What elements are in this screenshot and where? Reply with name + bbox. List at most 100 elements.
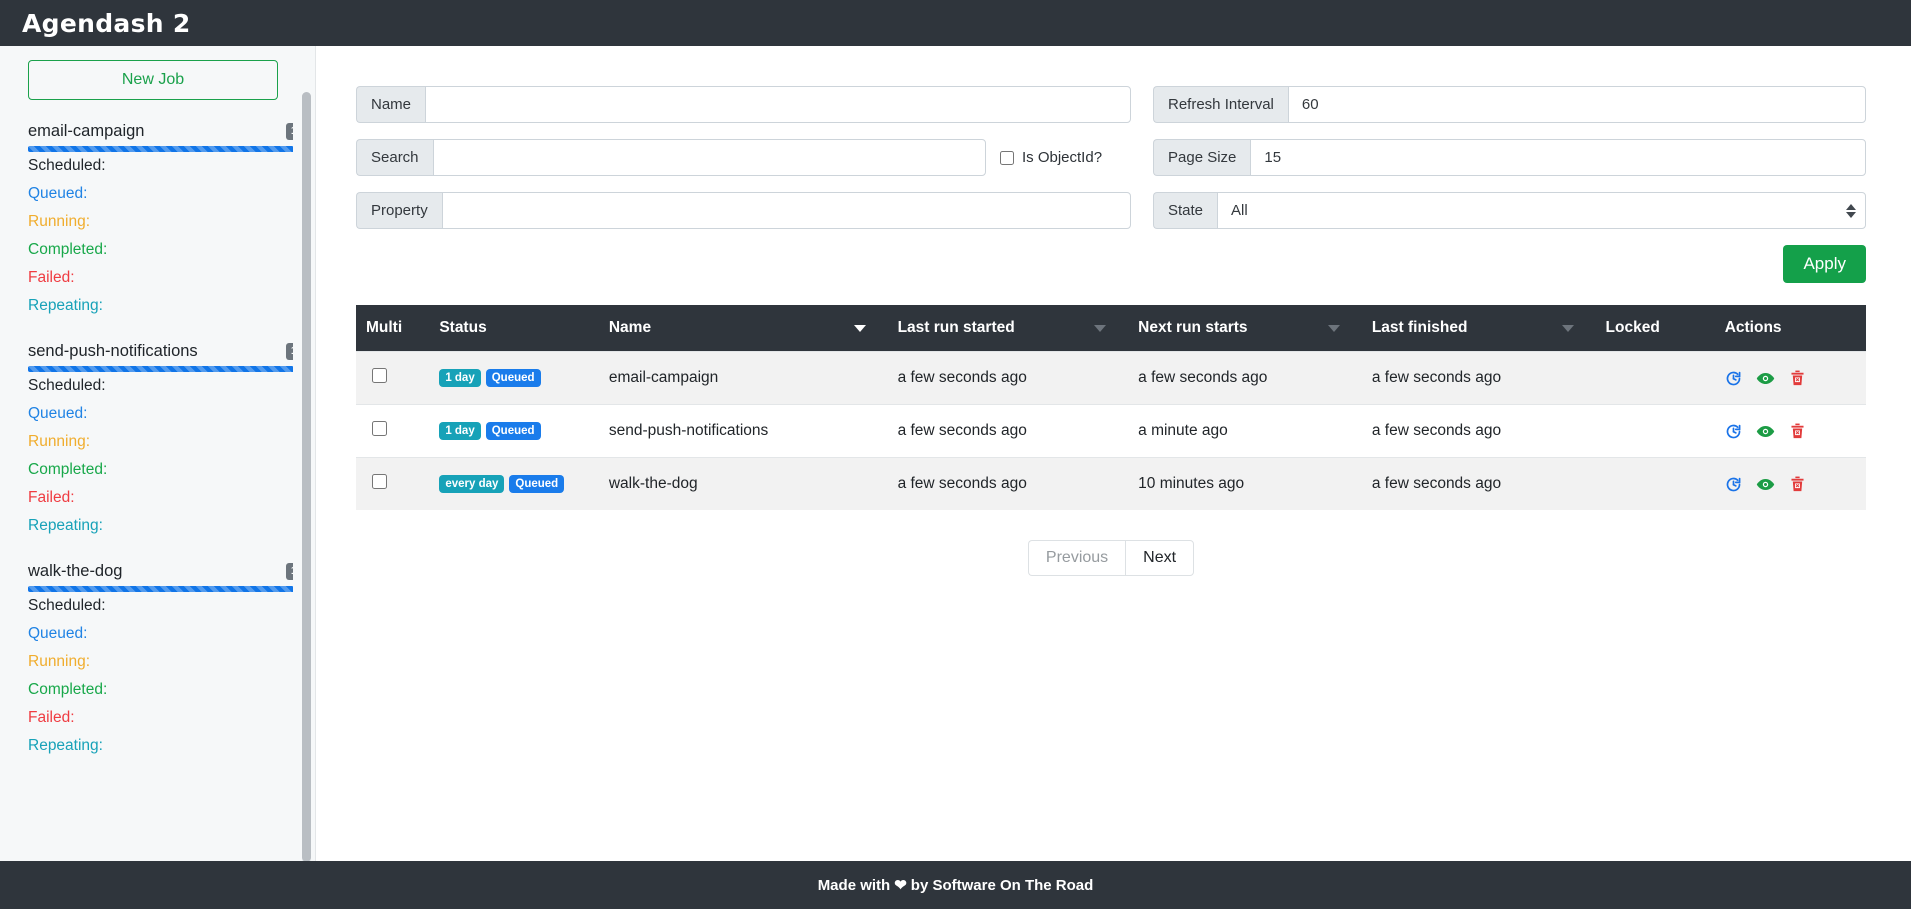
table-row[interactable]: every dayQueuedwalk-the-doga few seconds… xyxy=(356,458,1866,511)
pagination-group: Previous Next xyxy=(1028,540,1194,576)
sidebar-stat-label: Running: xyxy=(28,653,90,671)
sidebar-stat-label: Completed: xyxy=(28,681,107,699)
new-job-button[interactable]: New Job xyxy=(28,60,278,100)
row-multi-cell xyxy=(356,352,429,405)
state-label: State xyxy=(1153,192,1217,229)
sidebar-stat-label: Completed: xyxy=(28,461,107,479)
sort-caret-down-icon[interactable] xyxy=(1094,325,1106,332)
name-filter-group: Name xyxy=(356,86,1131,123)
page-size-label: Page Size xyxy=(1153,139,1250,176)
sidebar-job-block[interactable]: send-push-notifications1Scheduled:0Queue… xyxy=(28,342,293,540)
sidebar-stat-repeating: Repeating:1 xyxy=(28,512,293,540)
filter-left-column: Name Search Is ObjectId? xyxy=(356,86,1131,283)
row-actions-cell xyxy=(1715,352,1866,405)
column-header-name[interactable]: Name xyxy=(599,305,888,352)
sidebar-stat-label: Queued: xyxy=(28,185,87,203)
sidebar-stat-running: Running:0 xyxy=(28,428,293,456)
sidebar-scrollbar[interactable] xyxy=(302,92,311,861)
column-header-label: Status xyxy=(439,319,486,337)
row-next-run-starts-cell: a minute ago xyxy=(1128,405,1362,458)
apply-button[interactable]: Apply xyxy=(1783,245,1866,283)
column-header-label: Name xyxy=(609,319,651,337)
heart-icon: ❤ xyxy=(894,876,907,894)
sidebar-stat-failed: Failed:0 xyxy=(28,264,293,292)
view-icon[interactable] xyxy=(1756,369,1775,388)
requeue-icon[interactable] xyxy=(1725,370,1742,387)
search-filter-input[interactable] xyxy=(433,139,986,176)
refresh-interval-label: Refresh Interval xyxy=(1153,86,1288,123)
sidebar-job-header[interactable]: send-push-notifications1 xyxy=(28,342,293,366)
column-header-locked: Locked xyxy=(1596,305,1715,352)
sidebar-stat-scheduled: Scheduled:0 xyxy=(28,592,293,620)
column-header-multi: Multi xyxy=(356,305,429,352)
row-status-cell: 1 dayQueued xyxy=(429,352,599,405)
name-filter-input[interactable] xyxy=(425,86,1131,123)
is-objectid-checkbox-group[interactable]: Is ObjectId? xyxy=(1000,149,1102,166)
search-filter-row: Search Is ObjectId? xyxy=(356,139,1131,192)
view-icon[interactable] xyxy=(1756,475,1775,494)
requeue-icon[interactable] xyxy=(1725,423,1742,440)
pagination: Previous Next xyxy=(356,540,1866,576)
next-page-button[interactable]: Next xyxy=(1125,540,1194,576)
column-header-label: Next run starts xyxy=(1138,319,1247,337)
requeue-icon[interactable] xyxy=(1725,476,1742,493)
sidebar-scroll-area: New Job email-campaign1Scheduled:0Queued… xyxy=(22,46,293,861)
page-size-input[interactable] xyxy=(1250,139,1866,176)
sidebar-stat-completed: Completed:0 xyxy=(28,456,293,484)
refresh-interval-group: Refresh Interval xyxy=(1153,86,1866,123)
property-filter-input[interactable] xyxy=(442,192,1131,229)
sidebar-stat-label: Repeating: xyxy=(28,517,103,535)
refresh-interval-input[interactable] xyxy=(1288,86,1866,123)
table-row[interactable]: 1 dayQueuedsend-push-notificationsa few … xyxy=(356,405,1866,458)
sidebar-stat-queued: Queued:1 xyxy=(28,620,293,648)
table-row[interactable]: 1 dayQueuedemail-campaigna few seconds a… xyxy=(356,352,1866,405)
row-select-checkbox[interactable] xyxy=(372,474,387,489)
row-actions-cell xyxy=(1715,405,1866,458)
delete-icon[interactable] xyxy=(1789,369,1806,387)
sidebar-job-name: email-campaign xyxy=(28,122,144,141)
sort-caret-down-icon[interactable] xyxy=(854,325,866,332)
row-multi-cell xyxy=(356,405,429,458)
row-locked-cell xyxy=(1596,458,1715,511)
sidebar: New Job email-campaign1Scheduled:0Queued… xyxy=(0,46,316,861)
row-select-checkbox[interactable] xyxy=(372,421,387,436)
row-locked-cell xyxy=(1596,352,1715,405)
view-icon[interactable] xyxy=(1756,422,1775,441)
is-objectid-label: Is ObjectId? xyxy=(1022,149,1102,166)
sidebar-stat-failed: Failed:0 xyxy=(28,484,293,512)
row-last-run-started-cell: a few seconds ago xyxy=(888,458,1129,511)
column-header-last-finished[interactable]: Last finished xyxy=(1362,305,1596,352)
sidebar-stat-label: Queued: xyxy=(28,625,87,643)
sidebar-stat-label: Scheduled: xyxy=(28,157,106,175)
previous-page-button[interactable]: Previous xyxy=(1028,540,1125,576)
sort-caret-down-icon[interactable] xyxy=(1328,325,1340,332)
sidebar-job-header[interactable]: email-campaign1 xyxy=(28,122,293,146)
row-status-cell: every dayQueued xyxy=(429,458,599,511)
sidebar-job-count-badge: 1 xyxy=(286,343,293,360)
sidebar-stat-scheduled: Scheduled:0 xyxy=(28,152,293,180)
state-select[interactable] xyxy=(1217,192,1866,229)
sidebar-job-header[interactable]: walk-the-dog1 xyxy=(28,562,293,586)
sort-caret-down-icon[interactable] xyxy=(1562,325,1574,332)
column-header-next-run-starts[interactable]: Next run starts xyxy=(1128,305,1362,352)
footer: Made with ❤ by Software On The Road xyxy=(0,861,1911,909)
sidebar-stat-repeating: Repeating:1 xyxy=(28,292,293,320)
sidebar-stat-completed: Completed:0 xyxy=(28,676,293,704)
column-header-status: Status xyxy=(429,305,599,352)
sidebar-stat-repeating: Repeating:1 xyxy=(28,732,293,760)
delete-icon[interactable] xyxy=(1789,475,1806,493)
body-split: New Job email-campaign1Scheduled:0Queued… xyxy=(0,46,1911,861)
sidebar-job-block[interactable]: email-campaign1Scheduled:0Queued:1Runnin… xyxy=(28,122,293,320)
state-select-wrapper[interactable] xyxy=(1217,192,1866,229)
delete-icon[interactable] xyxy=(1789,422,1806,440)
jobs-table-body: 1 dayQueuedemail-campaigna few seconds a… xyxy=(356,352,1866,511)
row-last-run-started-cell: a few seconds ago xyxy=(888,405,1129,458)
sidebar-scrollbar-thumb[interactable] xyxy=(302,92,311,861)
sidebar-stat-label: Failed: xyxy=(28,709,75,727)
sidebar-stat-label: Failed: xyxy=(28,269,75,287)
page-size-group: Page Size xyxy=(1153,139,1866,176)
sidebar-job-block[interactable]: walk-the-dog1 Scheduled:0Queued:1 Running:… xyxy=(28,562,293,760)
is-objectid-checkbox[interactable] xyxy=(1000,151,1014,165)
column-header-last-run-started[interactable]: Last run started xyxy=(888,305,1129,352)
row-select-checkbox[interactable] xyxy=(372,368,387,383)
